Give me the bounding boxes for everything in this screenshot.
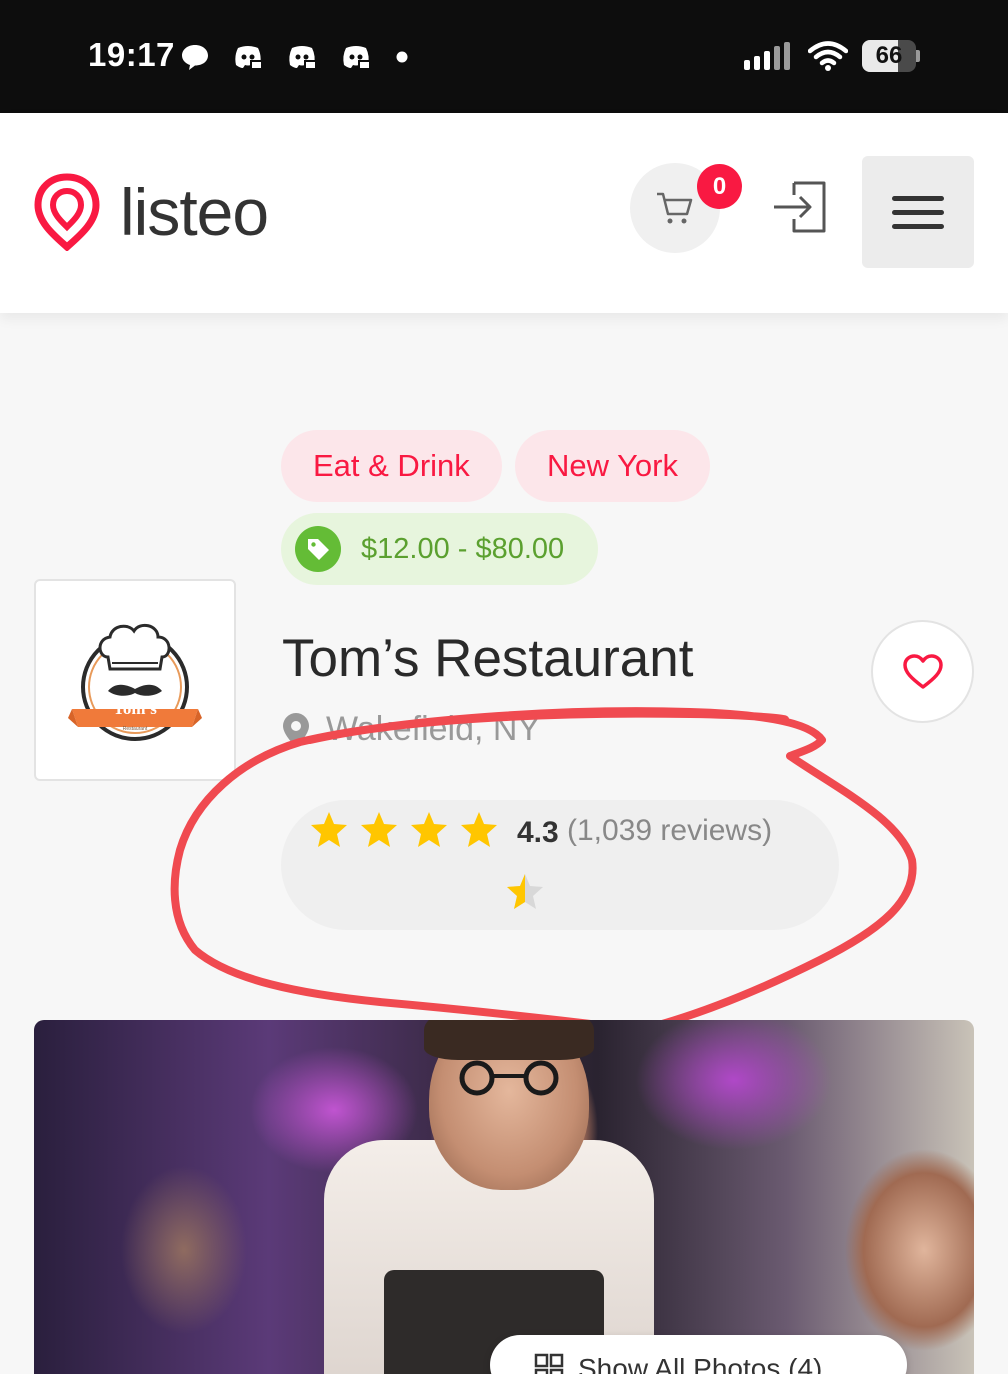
discord-icon: [235, 46, 262, 69]
location-pin-logo-icon: [34, 173, 100, 251]
city-tag[interactable]: New York: [515, 430, 710, 502]
listing-photo[interactable]: [34, 1020, 974, 1374]
sign-in-button[interactable]: [772, 179, 828, 235]
logo-name: Tom's: [113, 699, 157, 718]
show-all-photos-label: Show All Photos (4): [578, 1353, 823, 1374]
price-tag-icon: [295, 526, 341, 572]
star-icon: [411, 812, 447, 847]
star-icon: [361, 812, 397, 847]
battery-icon: 66: [862, 40, 920, 72]
show-all-photos-button[interactable]: Show All Photos (4): [490, 1335, 907, 1374]
logo-text: listeo: [120, 175, 269, 249]
review-count[interactable]: (1,039 reviews): [567, 814, 772, 848]
rating-summary[interactable]: 4.3 (1,039 reviews): [281, 800, 839, 930]
system-status: 66: [744, 40, 920, 72]
listing-location[interactable]: Wakefield, NY: [282, 710, 540, 749]
restaurant-logo: Tom's Restaurant: [34, 579, 236, 781]
discord-icon: [343, 46, 370, 69]
half-star-icon: [505, 872, 545, 917]
hamburger-menu-button[interactable]: [862, 156, 974, 268]
sign-in-icon: [774, 181, 826, 233]
partial-star-icon: [507, 874, 543, 909]
star-icon: [461, 812, 497, 847]
battery-level: 66: [875, 42, 903, 69]
rating-value: 4.3: [517, 816, 559, 849]
notification-icons: [180, 42, 410, 72]
grid-icon: [534, 1353, 564, 1374]
status-time: 19:17: [88, 36, 175, 73]
site-header: listeo 0: [0, 113, 1008, 313]
heart-icon: [902, 653, 943, 689]
cart-icon: [657, 192, 693, 224]
dot-icon: [396, 51, 408, 63]
logo-subtext: Restaurant: [122, 726, 148, 732]
wifi-icon: [808, 41, 848, 71]
chat-bubble-icon: [182, 45, 208, 70]
discord-icon: [289, 46, 316, 69]
signal-icon: [744, 42, 790, 70]
category-tag[interactable]: Eat & Drink: [281, 430, 502, 502]
price-range-tag: $12.00 - $80.00: [281, 513, 598, 585]
star-rating: [309, 810, 499, 850]
chef-hat-logo-icon: [68, 623, 202, 741]
map-pin-icon: [283, 712, 309, 747]
favorite-button[interactable]: [871, 620, 974, 723]
hamburger-menu-icon: [892, 195, 944, 201]
star-icon: [311, 812, 347, 847]
site-logo[interactable]: listeo: [34, 173, 269, 251]
price-range-text: $12.00 - $80.00: [361, 532, 565, 565]
status-bar: 19:17 66: [0, 0, 1008, 113]
cart-count-badge: 0: [697, 164, 742, 209]
listing-title: Tom’s Restaurant: [282, 629, 694, 688]
location-text: Wakefield, NY: [326, 710, 541, 748]
